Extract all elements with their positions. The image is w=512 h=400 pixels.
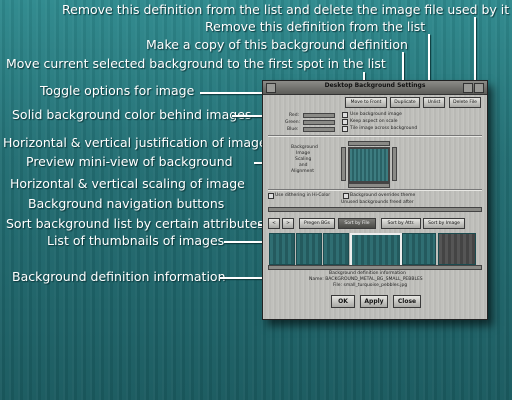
override-theme-label: Background overrides theme (350, 193, 416, 198)
blue-slider[interactable] (303, 127, 335, 132)
move-to-front-button[interactable]: Move to Front (345, 97, 387, 108)
sort-by-filename-button[interactable]: Sort by File (338, 218, 376, 229)
thumbnail-1[interactable] (269, 233, 295, 265)
dithering-label: Use dithering in Hi-Color (275, 193, 331, 198)
duplicate-button[interactable]: Duplicate (390, 97, 420, 108)
use-background-image-checkbox[interactable] (342, 112, 348, 118)
tile-image-label: Tile image across background (350, 126, 418, 131)
ok-button[interactable]: OK (331, 295, 355, 308)
separator (268, 189, 482, 191)
apply-button[interactable]: Apply (360, 295, 388, 308)
callout-nav-buttons: Background navigation buttons (28, 196, 225, 211)
alignment-label-line4: and (299, 163, 308, 168)
green-label: Green: (285, 120, 301, 125)
thumbnail-6[interactable] (438, 233, 476, 265)
callout-scaling: Horizontal & vertical scaling of image (10, 176, 245, 191)
info-name: Name: BACKGROUND_METAL_BG_SMALL_PEBBLES (309, 277, 423, 282)
thumbnail-scrollbar[interactable] (268, 265, 482, 270)
delete-file-button[interactable]: Delete File (449, 97, 481, 108)
override-theme-checkbox[interactable] (343, 193, 349, 199)
title-bar[interactable]: Desktop Background Settings (263, 81, 487, 95)
callout-toggle: Toggle options for image (40, 83, 195, 98)
sort-by-image-button[interactable]: Sort by Image (423, 218, 465, 229)
tile-image-checkbox[interactable] (342, 126, 348, 132)
red-label: Red: (289, 113, 300, 118)
callout-copy: Make a copy of this background definitio… (146, 37, 408, 52)
callout-move-front: Move current selected background to the … (6, 56, 386, 71)
use-background-image-label: Use background image (350, 112, 402, 117)
callout-solid-color: Solid background color behind images (12, 107, 252, 122)
thumbnail-4-selected[interactable] (350, 233, 402, 267)
alignment-label-line1: Background (291, 145, 318, 150)
close-window-button[interactable] (474, 83, 484, 93)
nav-prev-button[interactable]: < (268, 218, 280, 229)
callout-justification: Horizontal & vertical justification of i… (3, 135, 267, 150)
info-heading: Background definition information (329, 271, 406, 276)
thumbnail-3[interactable] (323, 233, 349, 265)
background-preview (348, 147, 390, 183)
alignment-label-line2: Image (296, 151, 311, 156)
red-slider[interactable] (303, 113, 335, 118)
pregen-button[interactable]: Pregen BGs (299, 218, 335, 229)
nav-next-button[interactable]: > (282, 218, 294, 229)
thumbnail-2[interactable] (296, 233, 322, 265)
window-title: Desktop Background Settings (324, 82, 426, 89)
freed-after-label: Unused backgrounds freed after (341, 200, 414, 205)
alignment-label-line5: Alignment (291, 169, 315, 174)
info-file: File: small_turquoise_pebbles.jpg (333, 283, 408, 288)
callout-remove-delete: Remove this definition from the list and… (62, 2, 510, 17)
callout-def-info: Background definition information (12, 269, 226, 284)
vertical-justification-slider[interactable] (341, 147, 346, 181)
green-slider[interactable] (303, 120, 335, 125)
callout-thumbnails: List of thumbnails of images (47, 233, 225, 248)
callout-sort: Sort background list by certain attribut… (6, 216, 264, 231)
keep-aspect-label: Keep aspect on scale (350, 119, 398, 124)
sort-by-attr-button[interactable]: Sort by Attr. (381, 218, 421, 229)
thumbnail-5[interactable] (402, 233, 436, 265)
minimize-button[interactable] (463, 83, 473, 93)
separator (268, 135, 482, 137)
background-settings-window: Desktop Background Settings Move to Fron… (262, 80, 488, 320)
dithering-checkbox[interactable] (268, 193, 274, 199)
freed-after-slider[interactable] (268, 207, 482, 212)
vertical-scaling-slider[interactable] (392, 147, 397, 181)
callout-preview: Preview mini-view of background (26, 154, 233, 169)
keep-aspect-checkbox[interactable] (342, 119, 348, 125)
unlist-button[interactable]: Unlist (423, 97, 445, 108)
blue-label: Blue: (287, 127, 299, 132)
callout-remove: Remove this definition from the list (205, 19, 426, 34)
alignment-label-line3: Scaling (295, 157, 312, 162)
horizontal-scaling-slider[interactable] (348, 183, 390, 188)
horizontal-justification-slider[interactable] (348, 141, 390, 146)
close-button[interactable]: Close (393, 295, 421, 308)
